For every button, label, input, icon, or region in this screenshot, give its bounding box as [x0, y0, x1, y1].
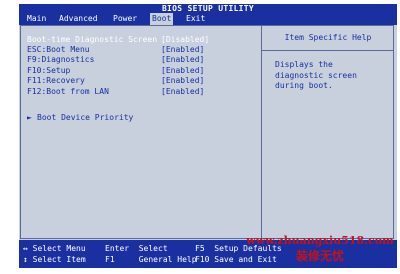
setting-value[interactable]: [Enabled]	[161, 76, 204, 86]
menu-boot[interactable]: Boot	[150, 13, 174, 25]
key-select-item: ↕ Select Item	[23, 255, 86, 264]
setting-label: F10:Setup	[27, 66, 71, 75]
setting-f11-recovery[interactable]: F11:Recovery [Enabled]	[27, 76, 247, 86]
setting-value[interactable]: [Enabled]	[161, 45, 204, 55]
key-enter: Enter Select	[105, 244, 168, 253]
watermark: www.zhuangxiu518.com 装修无忧	[244, 234, 396, 268]
menu-power[interactable]: Power	[111, 13, 139, 25]
bios-screen: BIOS SETUP UTILITY Main Advanced Power B…	[19, 4, 397, 268]
menu-exit[interactable]: Exit	[184, 13, 207, 25]
help-title: Item Specific Help	[284, 33, 372, 42]
menu-bar: Main Advanced Power Boot Exit	[19, 13, 397, 25]
setting-value[interactable]: [Disabled]	[161, 35, 209, 45]
submenu-boot-device-priority[interactable]: ► Boot Device Priority	[27, 113, 133, 123]
setting-value[interactable]: [Enabled]	[161, 55, 204, 65]
key-select-menu: ↔ Select Menu	[23, 244, 86, 253]
setting-value[interactable]: [Enabled]	[161, 87, 204, 97]
setting-f9-diagnostics[interactable]: F9:Diagnostics [Enabled]	[27, 55, 247, 65]
setting-label: F11:Recovery	[27, 76, 85, 85]
setting-f10-setup[interactable]: F10:Setup [Enabled]	[27, 66, 247, 76]
key-f1: F1 General Help	[105, 255, 197, 264]
help-text: Displays the diagnostic screen during bo…	[275, 60, 357, 90]
setting-esc-boot-menu[interactable]: ESC:Boot Menu [Enabled]	[27, 45, 247, 55]
setting-f12-boot-from-lan[interactable]: F12:Boot from LAN [Enabled]	[27, 87, 247, 97]
setting-label: ESC:Boot Menu	[27, 45, 90, 54]
setting-boot-diagnostic-screen[interactable]: Boot-time Diagnostic Screen [Disabled]	[27, 35, 247, 45]
setting-label: Boot-time Diagnostic Screen	[27, 35, 158, 44]
menu-advanced[interactable]: Advanced	[57, 13, 100, 25]
window-title: BIOS SETUP UTILITY	[19, 4, 397, 13]
submenu-label: Boot Device Priority	[37, 113, 134, 122]
watermark-brand: 装修无忧	[295, 249, 344, 263]
watermark-url: www.zhuangxiu518.com	[246, 234, 394, 247]
help-header-divider	[262, 50, 394, 51]
submenu-arrow-icon: ►	[27, 113, 32, 122]
menu-main[interactable]: Main	[25, 13, 48, 25]
setting-label: F9:Diagnostics	[27, 55, 95, 64]
arrows-vertical-icon: ↕	[23, 255, 28, 264]
setting-value[interactable]: [Enabled]	[161, 66, 204, 76]
panel-divider	[261, 26, 262, 238]
arrows-horizontal-icon: ↔	[23, 244, 28, 253]
setting-label: F12:Boot from LAN	[27, 87, 109, 96]
